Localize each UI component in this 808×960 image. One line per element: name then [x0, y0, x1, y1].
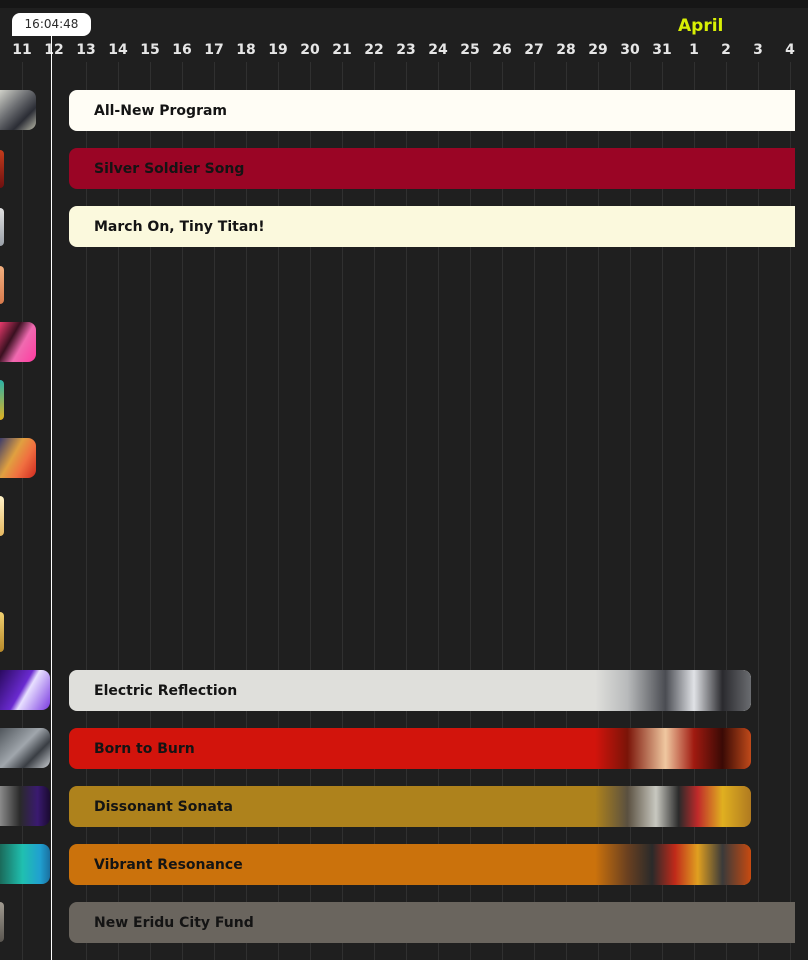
event-bar-born-to-burn[interactable]: Born to Burn — [69, 728, 751, 769]
event-bar-silver-soldier-song[interactable]: Silver Soldier Song — [69, 148, 795, 189]
day-label: 15 — [140, 42, 160, 58]
top-strip — [0, 0, 808, 8]
event-banner-art — [561, 728, 751, 769]
day-label: 25 — [460, 42, 480, 58]
event-thumbnail-14[interactable] — [0, 902, 4, 942]
event-thumbnail-2[interactable] — [0, 150, 4, 188]
current-time-line — [51, 28, 52, 960]
event-name: Dissonant Sonata — [94, 798, 233, 815]
day-label: 24 — [428, 42, 448, 58]
month-label: April — [678, 16, 724, 36]
day-label: 19 — [268, 42, 288, 58]
day-label: 13 — [76, 42, 96, 58]
event-name: Born to Burn — [94, 740, 195, 757]
day-label: 31 — [652, 42, 672, 58]
day-label: 3 — [753, 42, 763, 58]
event-thumbnail-1[interactable] — [0, 90, 36, 130]
event-name: Electric Reflection — [94, 682, 238, 699]
event-bar-all-new-program[interactable]: All-New Program — [69, 90, 795, 131]
event-thumbnail-10[interactable] — [0, 670, 50, 710]
day-label: 11 — [12, 42, 32, 58]
day-label: 26 — [492, 42, 512, 58]
day-label: 23 — [396, 42, 416, 58]
event-thumbnail-11[interactable] — [0, 728, 50, 768]
day-label: 2 — [721, 42, 731, 58]
event-thumbnail-5[interactable] — [0, 322, 36, 362]
day-label: 17 — [204, 42, 224, 58]
day-label: 29 — [588, 42, 608, 58]
grid-line — [790, 62, 791, 960]
current-time-clock: 16:04:48 — [12, 13, 91, 36]
event-thumbnail-9[interactable] — [0, 612, 4, 652]
day-label: 4 — [785, 42, 795, 58]
day-label: 20 — [300, 42, 320, 58]
event-thumbnail-4[interactable] — [0, 266, 4, 304]
day-label: 30 — [620, 42, 640, 58]
day-label: 21 — [332, 42, 352, 58]
event-name: All-New Program — [94, 102, 228, 119]
event-thumbnail-7[interactable] — [0, 438, 36, 478]
event-bar-electric-reflection[interactable]: Electric Reflection — [69, 670, 751, 711]
event-thumbnail-13[interactable] — [0, 844, 50, 884]
day-label: 16 — [172, 42, 192, 58]
event-banner-art — [561, 844, 751, 885]
event-banner-art — [561, 670, 751, 711]
event-name: Silver Soldier Song — [94, 160, 245, 177]
day-label: 28 — [556, 42, 576, 58]
day-label: 22 — [364, 42, 384, 58]
event-thumbnail-3[interactable] — [0, 208, 4, 246]
day-label: 12 — [44, 42, 64, 58]
event-thumbnail-8[interactable] — [0, 496, 4, 536]
day-label: 27 — [524, 42, 544, 58]
event-name: New Eridu City Fund — [94, 914, 254, 931]
day-label: 1 — [689, 42, 699, 58]
grid-line — [758, 62, 759, 960]
event-bar-march-on-tiny-titan[interactable]: March On, Tiny Titan! — [69, 206, 795, 247]
event-banner-art — [561, 786, 751, 827]
event-bar-dissonant-sonata[interactable]: Dissonant Sonata — [69, 786, 751, 827]
event-thumbnail-12[interactable] — [0, 786, 50, 826]
day-label: 14 — [108, 42, 128, 58]
event-bar-vibrant-resonance[interactable]: Vibrant Resonance — [69, 844, 751, 885]
event-bar-new-eridu-city-fund[interactable]: New Eridu City Fund — [69, 902, 795, 943]
event-name: Vibrant Resonance — [94, 856, 243, 873]
day-label: 18 — [236, 42, 256, 58]
event-thumbnail-6[interactable] — [0, 380, 4, 420]
event-name: March On, Tiny Titan! — [94, 218, 265, 235]
